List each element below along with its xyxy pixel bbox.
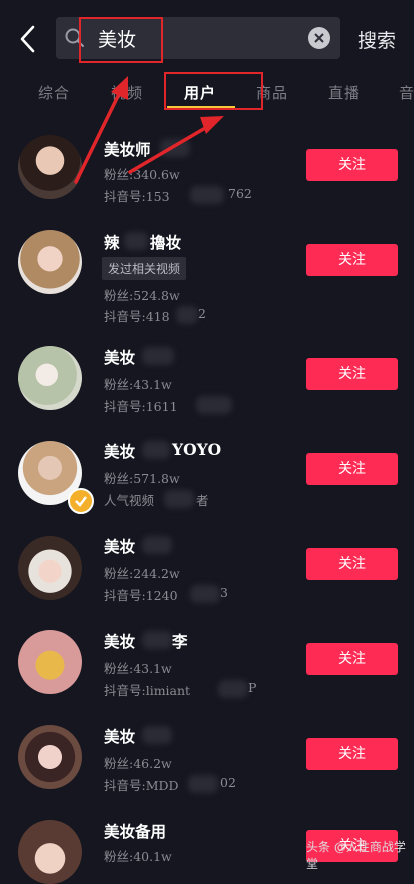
search-button[interactable]: 搜索 [358, 26, 396, 53]
douyin-id: 抖音号:1240 [104, 588, 178, 603]
annotation-box-query [79, 17, 163, 63]
related-video-tag: 发过相关视频 [102, 257, 187, 280]
redaction [176, 306, 198, 324]
follower-count: 粉丝:244.2w [104, 566, 180, 581]
user-name[interactable]: 美妆师 [104, 138, 151, 160]
douyin-id-suffix: 02 [220, 775, 236, 790]
verified-badge-icon [68, 488, 94, 514]
follower-count: 粉丝:571.8w [104, 471, 180, 486]
avatar[interactable] [18, 346, 82, 410]
user-name[interactable]: 美妆 [104, 535, 135, 557]
redaction [190, 186, 224, 204]
follower-count: 粉丝:340.6w [104, 167, 180, 182]
user-name-suffix[interactable]: 李 [172, 630, 188, 652]
avatar[interactable] [18, 630, 82, 694]
redaction [160, 139, 190, 157]
redaction [142, 441, 170, 459]
redaction [164, 490, 194, 508]
popular-video-suffix: 者 [196, 493, 209, 508]
follow-button[interactable]: 关注 [306, 244, 398, 276]
user-name-suffix[interactable]: YOYO [172, 440, 221, 459]
back-button[interactable] [16, 24, 42, 54]
user-name[interactable]: 美妆备用 [104, 820, 166, 842]
user-name-suffix[interactable]: 擼妆 [150, 231, 181, 253]
follow-button[interactable]: 关注 [306, 548, 398, 580]
redaction [142, 631, 172, 649]
redaction [196, 396, 232, 414]
redaction [218, 680, 248, 698]
watermark: 头条 @人性商战学堂 [306, 840, 406, 871]
avatar[interactable] [18, 230, 82, 294]
douyin-id: 抖音号:limiant [104, 683, 191, 698]
douyin-id-suffix: P [248, 680, 257, 695]
chevron-left-icon [20, 25, 35, 53]
follow-button[interactable]: 关注 [306, 738, 398, 770]
douyin-id: 抖音号:MDD [104, 778, 179, 793]
follower-count: 粉丝:43.1w [104, 377, 172, 392]
arrow-head-icon [200, 116, 224, 134]
avatar[interactable] [18, 820, 82, 884]
tab-comprehensive[interactable]: 综合 [38, 82, 70, 103]
redaction [188, 775, 218, 793]
annotation-box-tab [164, 72, 263, 110]
user-name[interactable]: 美妆 [104, 346, 135, 368]
douyin-id: 抖音号:418 [104, 309, 170, 324]
follow-button[interactable]: 关注 [306, 643, 398, 675]
tab-video[interactable]: 视频 [111, 82, 143, 103]
redaction [190, 585, 220, 603]
redaction [142, 726, 172, 744]
user-name[interactable]: 美妆 [104, 630, 135, 652]
avatar[interactable] [18, 536, 82, 600]
tab-live[interactable]: 直播 [328, 82, 360, 103]
user-name[interactable]: 辣 [104, 231, 120, 253]
redaction [124, 232, 148, 250]
popular-video-info: 人气视频 [104, 493, 155, 508]
follower-count: 粉丝:43.1w [104, 661, 172, 676]
redaction [142, 347, 174, 365]
avatar[interactable] [18, 135, 82, 199]
douyin-id-suffix: 2 [198, 306, 206, 321]
follow-button[interactable]: 关注 [306, 358, 398, 390]
user-name[interactable]: 美妆 [104, 440, 135, 462]
redaction [142, 536, 172, 554]
douyin-id: 抖音号:153 [104, 189, 170, 204]
top-bar: 美妆 搜索 [0, 0, 414, 70]
avatar[interactable] [18, 725, 82, 789]
follow-button[interactable]: 关注 [306, 149, 398, 181]
follower-count: 粉丝:40.1w [104, 849, 172, 864]
user-name[interactable]: 美妆 [104, 725, 135, 747]
clear-icon[interactable] [308, 27, 330, 49]
douyin-id-suffix: 3 [220, 585, 228, 600]
follower-count: 粉丝:46.2w [104, 756, 172, 771]
tab-music[interactable]: 音 [399, 82, 414, 103]
douyin-id-suffix: 762 [228, 186, 252, 201]
follower-count: 粉丝:524.8w [104, 288, 180, 303]
douyin-id: 抖音号:1611 [104, 399, 178, 414]
follow-button[interactable]: 关注 [306, 453, 398, 485]
